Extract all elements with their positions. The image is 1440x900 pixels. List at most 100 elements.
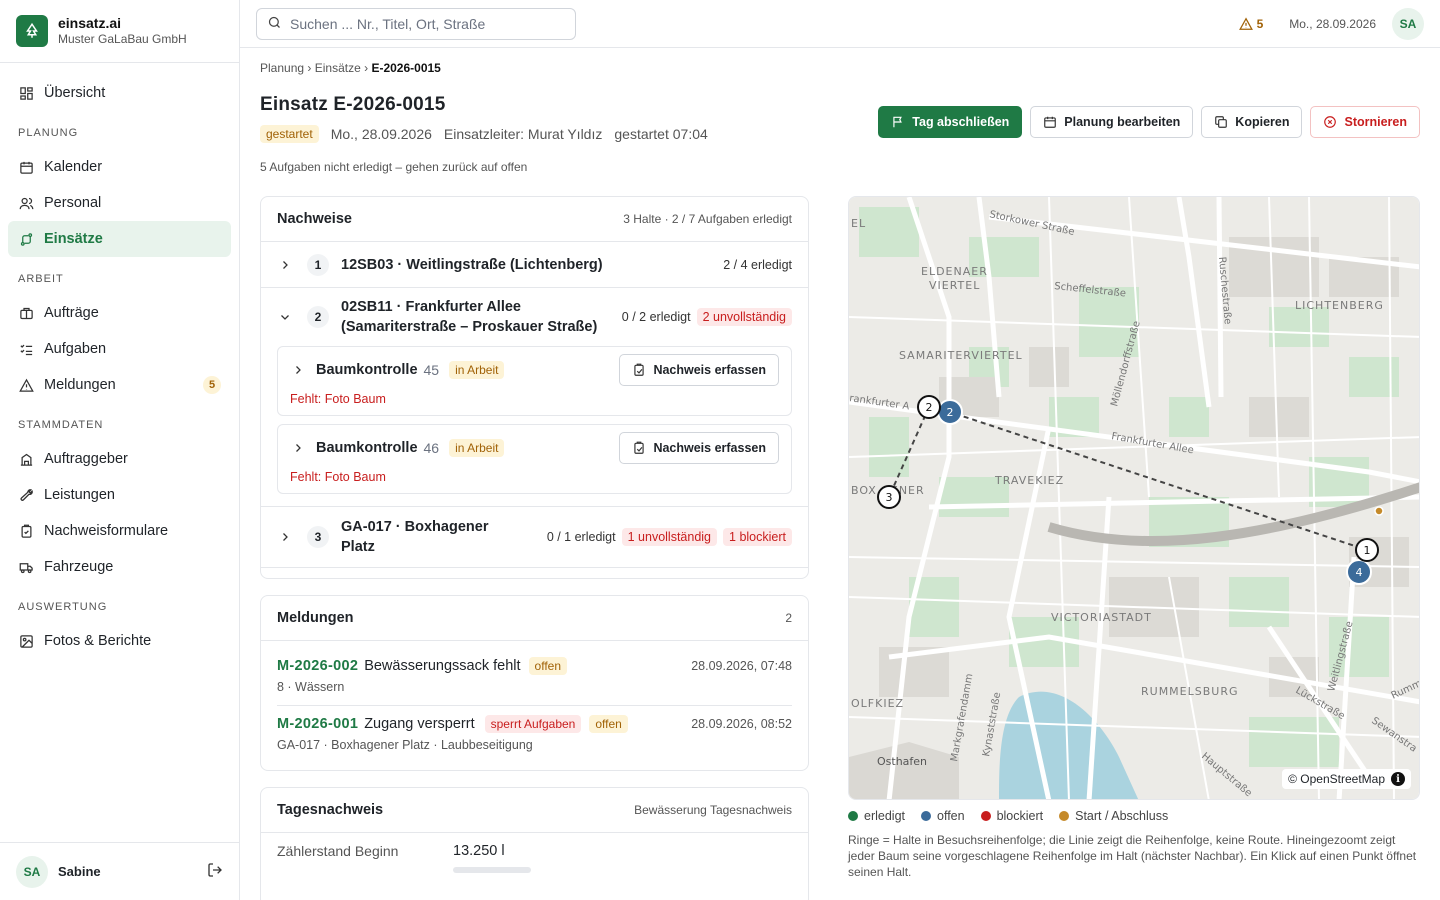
nav-section-arbeit: ARBEIT (18, 273, 64, 285)
marker-label: 2 (926, 401, 933, 414)
map-label: rankfurter A (849, 393, 910, 412)
nav-item-einsaetze[interactable]: Einsätze (8, 221, 231, 257)
clipboard-edit-icon (634, 363, 645, 376)
cancel-button[interactable]: Stornieren (1310, 106, 1420, 138)
meter-value: 13.250 l (453, 843, 505, 859)
marker-label: 2 (947, 406, 954, 419)
breadcrumb-planung[interactable]: Planung (260, 61, 304, 75)
breadcrumb-einsaetze[interactable]: Einsätze (315, 61, 361, 75)
nav-item-fahrzeuge[interactable]: Fahrzeuge (8, 549, 231, 585)
meldung-sub: 8 · Wässern (277, 680, 345, 694)
tagesnachweis-card: Tagesnachweis Bewässerung Tagesnachweis … (260, 787, 809, 900)
attribution-text: © OpenStreetMap (1288, 772, 1385, 786)
meldung-status-badge: offen (528, 657, 568, 675)
breadcrumb-separator: › (364, 61, 369, 75)
brand-name: einsatz.ai (58, 15, 122, 31)
meldung-item[interactable]: M-2026-001 Zugang versperrt sperrt Aufga… (261, 706, 808, 752)
legend-label: Start / Abschluss (1075, 809, 1169, 823)
nav-item-fotos[interactable]: Fotos & Berichte (8, 623, 231, 659)
button-label: Tag abschließen (912, 115, 1010, 129)
stop-row[interactable]: 3 GA-017 · Boxhagener Platz 0 / 1 erledi… (261, 506, 808, 568)
done-count: 0 / 2 erledigt (621, 310, 691, 324)
map-canvas[interactable]: ELDENAER VIERTEL LICHTENBERG SAMARITERVI… (849, 197, 1420, 800)
button-label: Stornieren (1344, 115, 1407, 129)
edit-plan-button[interactable]: Planung bearbeiten (1030, 106, 1194, 138)
marker-label: 4 (1356, 566, 1363, 579)
meldung-item[interactable]: M-2026-002 Bewässerungssack fehlt offen … (261, 641, 808, 705)
logout-icon[interactable] (207, 862, 223, 881)
close-day-button[interactable]: Tag abschließen (878, 106, 1023, 138)
nav-label: Nachweisformulare (44, 523, 169, 539)
record-proof-button[interactable]: Nachweis erfassen (619, 432, 779, 464)
nav-label: Übersicht (44, 85, 106, 101)
sidebar: einsatz.ai Muster GaLaBau GmbH Übersicht… (0, 0, 240, 900)
map-label: ELDENAER (921, 265, 988, 278)
map-attribution[interactable]: © OpenStreetMap i (1282, 769, 1411, 789)
breadcrumb: Planung › Einsätze › E-2026-0015 (260, 61, 1420, 75)
nav-label: Personal (44, 195, 102, 211)
chevron-down-icon[interactable] (277, 311, 293, 323)
chevron-right-icon[interactable] (290, 364, 306, 376)
nav-section-planung: PLANUNG (18, 127, 79, 139)
chevron-right-icon[interactable] (290, 442, 306, 454)
nav-label: Leistungen (44, 487, 115, 503)
copy-icon (1215, 116, 1228, 128)
nav-item-overview[interactable]: Übersicht (8, 75, 231, 111)
warnings-indicator[interactable]: 5 (1238, 17, 1263, 31)
stop-row[interactable]: 2 02SB11 · Frankfurter Allee (Samariters… (261, 288, 808, 346)
blocks-tasks-badge: sperrt Aufgaben (484, 715, 582, 733)
nav-item-kalender[interactable]: Kalender (8, 149, 231, 185)
chevron-right-icon[interactable] (277, 531, 293, 543)
nav-item-personal[interactable]: Personal (8, 185, 231, 221)
button-label: Kopieren (1235, 115, 1290, 129)
nav-item-meldungen[interactable]: Meldungen 5 (8, 367, 231, 403)
record-proof-button[interactable]: Nachweis erfassen (619, 354, 779, 386)
search-input[interactable]: Suchen ... Nr., Titel, Ort, Straße (256, 7, 576, 40)
meter-start-row: Zählerstand Beginn 13.250 l (261, 833, 808, 859)
copy-button[interactable]: Kopieren (1201, 106, 1303, 138)
stop-marker[interactable]: 3 (877, 485, 901, 509)
stop-marker[interactable]: 2 (917, 395, 941, 419)
map-label: RUMMELSBURG (1141, 685, 1239, 698)
stop-row[interactable]: 1 12SB03 · Weitlingstraße (Lichtenberg) … (261, 242, 808, 288)
stop-number: 3 (307, 526, 329, 548)
meldung-id[interactable]: M-2026-002 (277, 658, 358, 674)
stop-title: GA-017 · Boxhagener (341, 519, 489, 535)
stop-progress: 0 / 2 erledigt 2 unvollständig (622, 308, 792, 326)
meldung-id[interactable]: M-2026-001 (277, 716, 358, 732)
info-icon[interactable]: i (1391, 772, 1405, 786)
nav-label: Aufgaben (44, 341, 107, 357)
route-icon (18, 231, 34, 247)
main-nav: Übersicht PLANUNG Kalender Personal Eins… (0, 63, 239, 671)
einsatz-leader: Einsatzleiter: Murat Yıldız (443, 126, 603, 142)
avatar[interactable]: SA (16, 855, 48, 888)
avatar[interactable]: SA (1392, 7, 1424, 40)
stop-marker[interactable]: 2 (937, 399, 963, 425)
meldung-text: Zugang versperrt (364, 716, 475, 732)
meter-thumbnail[interactable] (453, 867, 531, 873)
route-map[interactable]: ELDENAER VIERTEL LICHTENBERG SAMARITERVI… (848, 196, 1420, 800)
nav-item-auftraggeber[interactable]: Auftraggeber (8, 441, 231, 477)
stop-marker[interactable]: 1 (1355, 538, 1379, 562)
stop-marker[interactable]: 4 (1346, 559, 1372, 585)
nav-item-leistungen[interactable]: Leistungen (8, 477, 231, 513)
nav-item-nachweisformulare[interactable]: Nachweisformulare (8, 513, 231, 549)
task-card: Baumkontrolle 45 in Arbeit Nachweis erfa… (277, 346, 792, 416)
start-end-marker[interactable] (1374, 506, 1384, 516)
brand[interactable]: einsatz.ai Muster GaLaBau GmbH (0, 0, 239, 63)
stop-subtitle: Platz (341, 539, 375, 555)
wrench-icon (18, 487, 34, 503)
dot-icon (980, 811, 991, 821)
card-title: Nachweise (277, 211, 352, 227)
legend-label: blockiert (996, 809, 1044, 823)
nav-item-auftraege[interactable]: Aufträge (8, 295, 231, 331)
card-header: Tagesnachweis Bewässerung Tagesnachweis (261, 788, 808, 833)
meldungen-count: 2 (785, 611, 792, 625)
legend-label: offen (937, 809, 965, 823)
legend-open: offen (921, 809, 965, 823)
missing-note: Fehlt: Foto Baum (290, 470, 386, 484)
incomplete-badge: 2 unvollständig (696, 308, 792, 326)
chevron-right-icon[interactable] (277, 259, 293, 271)
missing-note: Fehlt: Foto Baum (290, 392, 386, 406)
nav-item-aufgaben[interactable]: Aufgaben (8, 331, 231, 367)
